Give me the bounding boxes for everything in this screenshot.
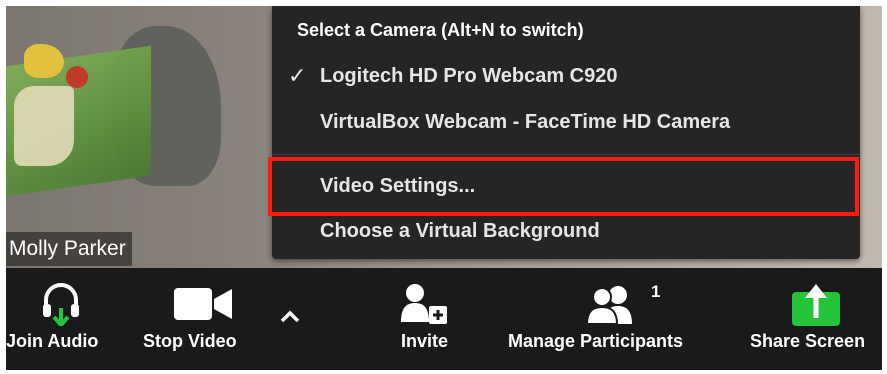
share-screen-button[interactable]: Share Screen	[748, 268, 882, 370]
participants-icon	[586, 286, 632, 324]
participant-name-tag: Molly Parker	[6, 232, 132, 266]
stop-video-button[interactable]: Stop Video	[138, 268, 263, 370]
menu-item-label: Logitech HD Pro Webcam C920	[320, 65, 618, 87]
manage-participants-button[interactable]: 1 Manage Participants	[506, 268, 724, 370]
headphones-icon	[43, 283, 79, 326]
add-person-icon	[401, 284, 447, 324]
join-audio-button[interactable]: Join Audio	[6, 268, 126, 370]
invite-label: Invite	[401, 331, 449, 351]
manage-participants-label: Manage Participants	[508, 331, 684, 351]
camera-option-virtualbox[interactable]: VirtualBox Webcam - FaceTime HD Camera	[272, 102, 860, 142]
video-options-button[interactable]	[274, 268, 308, 370]
chevron-up-icon	[280, 310, 300, 323]
stop-video-label: Stop Video	[143, 331, 237, 351]
menu-item-label: VirtualBox Webcam - FaceTime HD Camera	[320, 111, 731, 133]
video-background-shape	[66, 66, 88, 88]
share-screen-label: Share Screen	[750, 331, 866, 351]
menu-item-label: Choose a Virtual Background	[320, 220, 600, 242]
highlight-annotation-box	[268, 157, 859, 216]
video-background-shape	[14, 86, 74, 166]
participant-count-badge: 1	[651, 282, 661, 301]
invite-button[interactable]: Invite	[391, 268, 471, 370]
zoom-meeting-window: Molly Parker Select a Camera (Alt+N to s…	[6, 6, 882, 370]
virtual-background-menu-item[interactable]: Choose a Virtual Background	[272, 211, 860, 251]
checkmark-icon: ✓	[288, 63, 307, 88]
camera-option-logitech[interactable]: ✓ Logitech HD Pro Webcam C920	[272, 56, 860, 96]
video-background-shape	[24, 44, 64, 78]
video-camera-icon	[174, 288, 232, 320]
menu-divider	[272, 154, 860, 155]
join-audio-label: Join Audio	[6, 331, 99, 351]
share-screen-icon	[792, 284, 840, 326]
camera-menu: Select a Camera (Alt+N to switch) ✓ Logi…	[272, 6, 860, 259]
meeting-toolbar: Join Audio Stop Video Invite 1 Manage Pa…	[6, 268, 882, 370]
camera-menu-header: Select a Camera (Alt+N to switch)	[297, 20, 584, 40]
